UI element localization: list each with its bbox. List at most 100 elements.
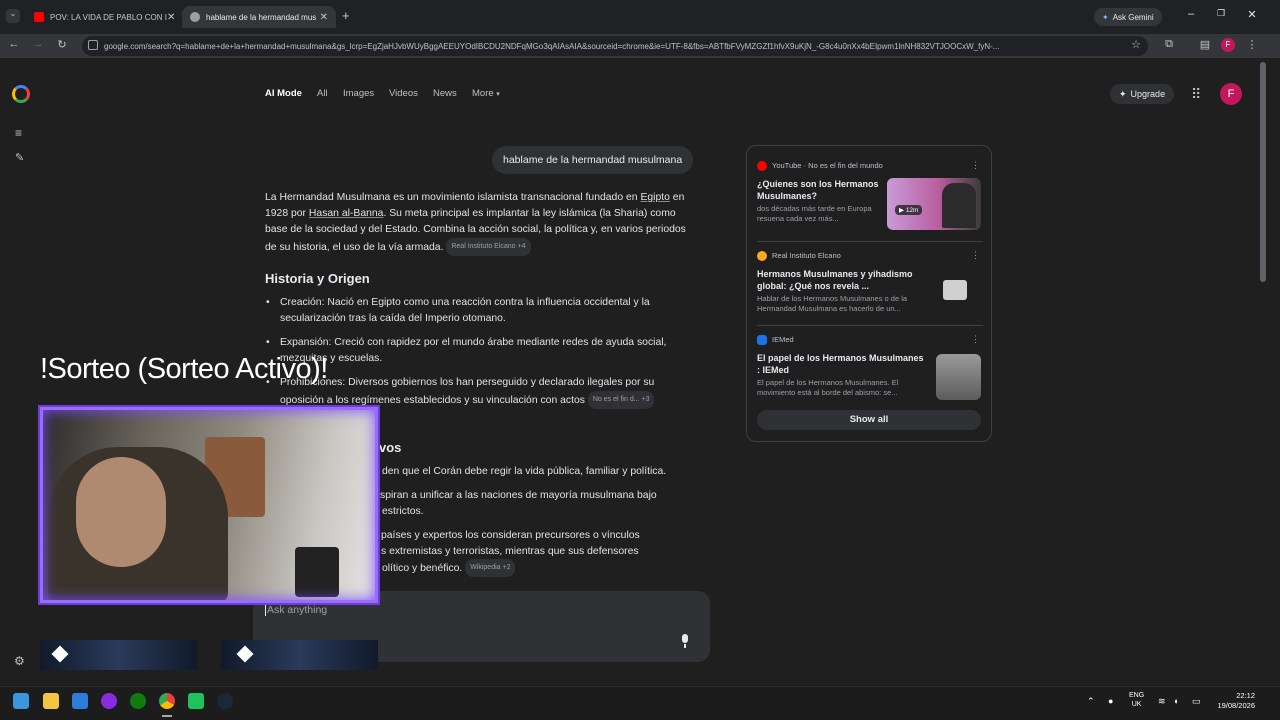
bookmark-star-button[interactable]: ☆ bbox=[1128, 38, 1144, 51]
tab-search-button[interactable]: ⌄ bbox=[6, 9, 20, 23]
article-thumbnail bbox=[936, 354, 981, 400]
address-bar[interactable]: google.com/search?q=hablame+de+la+herman… bbox=[82, 36, 1148, 56]
wifi-icon[interactable]: ≋ bbox=[1158, 696, 1166, 707]
upgrade-button[interactable]: ✦ Upgrade bbox=[1110, 84, 1175, 104]
partial-line: países y expertos los consideran precurs… bbox=[381, 530, 640, 541]
star-icon: ☆ bbox=[1131, 39, 1141, 51]
xbox-icon[interactable] bbox=[130, 693, 146, 709]
close-icon[interactable]: ✕ bbox=[167, 12, 175, 23]
microphone-icon[interactable] bbox=[680, 634, 690, 648]
url-text: google.com/search?q=hablame+de+la+herman… bbox=[104, 41, 1000, 51]
kebab-menu-icon[interactable]: ⋮ bbox=[971, 250, 980, 261]
restore-button[interactable]: ❐ bbox=[1209, 8, 1233, 19]
overlay-panel bbox=[40, 640, 197, 670]
tab-news[interactable]: News bbox=[433, 88, 457, 99]
answer-intro: La Hermandad Musulmana es un movimiento … bbox=[265, 190, 693, 256]
partial-line: estrictos. bbox=[382, 506, 424, 517]
video-thumbnail: ▶ 12m bbox=[887, 178, 981, 230]
section-heading: Historia y Origen bbox=[265, 271, 370, 286]
chevron-up-icon[interactable]: ⌃ bbox=[1087, 696, 1095, 707]
tab-all[interactable]: All bbox=[317, 88, 328, 99]
profile-avatar[interactable]: F bbox=[1221, 38, 1235, 52]
file-explorer-icon[interactable] bbox=[43, 693, 59, 709]
tab-title: hablame de la hermandad mus bbox=[206, 12, 317, 22]
reading-list-button[interactable]: ▤ bbox=[1197, 38, 1213, 51]
divider bbox=[757, 241, 983, 242]
settings-gear-icon[interactable]: ⚙ bbox=[14, 654, 25, 668]
extensions-button[interactable]: ⧉ bbox=[1161, 38, 1177, 51]
tab-title: POV: LA VIDA DE PABLO CON I bbox=[50, 12, 167, 22]
whatsapp-icon[interactable] bbox=[188, 693, 204, 709]
source-title: El papel de los Hermanos Musulmanes : IE… bbox=[757, 353, 924, 375]
tab-images[interactable]: Images bbox=[343, 88, 374, 99]
steam-icon[interactable] bbox=[217, 693, 233, 709]
caret-down-icon: ▾ bbox=[496, 91, 500, 98]
tab-more[interactable]: More ▾ bbox=[472, 88, 500, 99]
kebab-menu-icon[interactable]: ⋮ bbox=[971, 160, 980, 171]
app-icon[interactable] bbox=[101, 693, 117, 709]
google-logo[interactable] bbox=[12, 85, 30, 103]
menu-icon[interactable]: ≡ bbox=[15, 126, 22, 140]
play-duration-badge: ▶ 12m bbox=[895, 205, 923, 215]
list-item: Prohibiciones: Diversos gobiernos los ha… bbox=[266, 375, 691, 409]
source-chip[interactable]: Wikipedia +2 bbox=[465, 559, 516, 577]
section-heading-partial: vos bbox=[379, 440, 402, 455]
source-chip[interactable]: No es el fin d... +3 bbox=[587, 391, 655, 409]
source-snippet: El papel de los Hermanos Musulmanes. El … bbox=[757, 378, 899, 397]
reload-icon: ↻ bbox=[57, 39, 67, 51]
partial-line: olítico y benéfico. Wikipedia +2 bbox=[382, 559, 516, 577]
page-scrollbar[interactable] bbox=[1260, 62, 1266, 282]
diamond-icon bbox=[51, 645, 69, 663]
sidepanel-icon: ▤ bbox=[1199, 39, 1211, 51]
chevron-down-icon: ⌄ bbox=[9, 9, 17, 18]
reload-button[interactable]: ↻ bbox=[54, 38, 70, 51]
new-chat-icon[interactable]: ✎ bbox=[15, 151, 24, 164]
ask-gemini-button[interactable]: ✦ Ask Gemini bbox=[1094, 8, 1162, 26]
microphone-icon[interactable]: ● bbox=[1108, 696, 1113, 706]
close-window-button[interactable]: ✕ bbox=[1240, 8, 1264, 21]
site-info-icon[interactable] bbox=[88, 40, 98, 50]
sparkle-icon: ✦ bbox=[1119, 88, 1127, 99]
tab-google[interactable]: hablame de la hermandad mus ✕ bbox=[182, 6, 336, 28]
source-chip[interactable]: Real Instituto Elcano +4 bbox=[446, 238, 531, 256]
show-all-button[interactable]: Show all bbox=[757, 410, 981, 430]
overlay-panel bbox=[221, 640, 378, 670]
back-button[interactable]: ← bbox=[6, 38, 22, 50]
language-indicator[interactable]: ENG UK bbox=[1129, 691, 1144, 709]
clock[interactable]: 22:12 19/08/2026 bbox=[1211, 691, 1255, 711]
new-tab-button[interactable]: + bbox=[342, 8, 350, 23]
source-card[interactable]: YouTube · No es el fin del mundo ⋮ ¿Quie… bbox=[757, 160, 983, 232]
webcam-overlay bbox=[38, 405, 380, 605]
forward-button[interactable]: → bbox=[30, 38, 46, 50]
store-icon[interactable] bbox=[72, 693, 88, 709]
kebab-menu-icon[interactable]: ⋮ bbox=[971, 334, 980, 345]
browser-menu-button[interactable]: ⋮ bbox=[1244, 38, 1260, 51]
chrome-icon[interactable] bbox=[159, 693, 175, 709]
account-avatar[interactable]: F bbox=[1220, 83, 1242, 105]
screen: ⌄ POV: LA VIDA DE PABLO CON I ✕ hablame … bbox=[0, 0, 1280, 720]
source-card[interactable]: IEMed ⋮ El papel de los Hermanos Musulma… bbox=[757, 334, 983, 404]
sparkle-icon: ✦ bbox=[1102, 12, 1109, 22]
iemed-icon bbox=[757, 335, 767, 345]
source-title: Hermanos Musulmanes y yihadismo global: … bbox=[757, 269, 913, 291]
minimize-button[interactable]: – bbox=[1179, 8, 1203, 20]
ask-input[interactable]: Ask anything bbox=[265, 604, 327, 616]
youtube-icon bbox=[34, 12, 44, 22]
elcano-icon bbox=[757, 251, 767, 261]
user-query-bubble: hablame de la hermandad musulmana bbox=[492, 146, 694, 174]
battery-icon[interactable]: ▭ bbox=[1192, 696, 1201, 707]
close-icon[interactable]: ✕ bbox=[320, 12, 328, 23]
google-icon bbox=[190, 12, 200, 22]
puzzle-icon: ⧉ bbox=[1165, 38, 1173, 50]
volume-icon[interactable]: ◖ bbox=[1173, 696, 1178, 706]
tab-videos[interactable]: Videos bbox=[389, 88, 418, 99]
tab-youtube[interactable]: POV: LA VIDA DE PABLO CON I ✕ bbox=[26, 6, 178, 28]
source-snippet: dos décadas más tarde en Europa resuena … bbox=[757, 204, 872, 223]
partial-line: spiran a unificar a las naciones de mayo… bbox=[380, 490, 657, 501]
windows-start-icon[interactable] bbox=[13, 693, 29, 709]
list-item: Creación: Nació en Egipto como una reacc… bbox=[266, 295, 691, 327]
apps-grid-icon[interactable]: ⠿ bbox=[1191, 86, 1201, 103]
source-title: ¿Quienes son los Hermanos Musulmanes? bbox=[757, 179, 879, 201]
tab-ai-mode[interactable]: AI Mode bbox=[265, 88, 302, 99]
source-card[interactable]: Real Instituto Elcano ⋮ Hermanos Musulma… bbox=[757, 250, 983, 322]
